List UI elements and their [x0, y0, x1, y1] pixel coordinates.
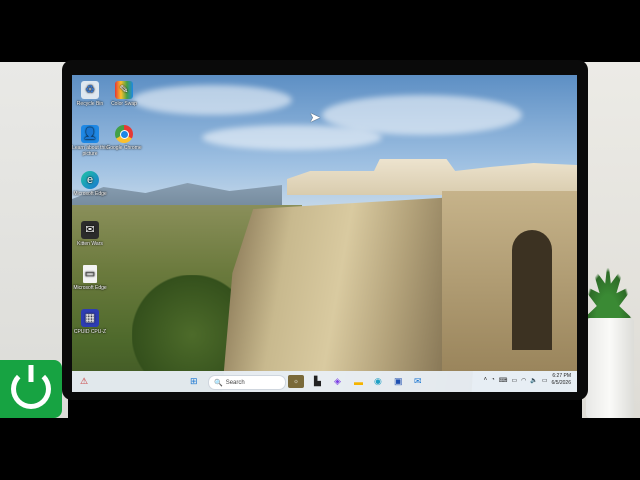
chevron-up-icon[interactable]: ˄ — [484, 377, 488, 383]
keyboard-icon[interactable]: ⌨ — [499, 377, 508, 384]
desktop-icon-label: Microsoft Edge — [73, 285, 107, 291]
search-input[interactable]: 🔍 Search — [208, 375, 286, 390]
desktop-icon-cpu-z[interactable]: ▦ CPUID CPU-Z — [72, 309, 108, 335]
chrome-icon — [115, 125, 133, 143]
cpu-z-icon: ▦ — [81, 309, 99, 327]
desktop-icon-label: Google Chrome — [106, 145, 142, 151]
file-shortcut-icon: ▭ — [83, 265, 97, 283]
store-icon[interactable]: ▣ — [394, 375, 403, 388]
desktop-icon-label: Recycle Bin — [76, 101, 104, 107]
learn-about-picture-icon: 👤 — [81, 125, 99, 143]
edge-icon: e — [81, 171, 99, 189]
search-icon: 🔍 — [214, 379, 223, 387]
desktop-screen: ♻ Recycle Bin ✎ Color Swap 👤 Learn about… — [72, 75, 577, 392]
copilot-icon[interactable]: ◈ — [334, 375, 341, 388]
desktop-icon-label: Microsoft Edge — [73, 191, 107, 197]
mail-icon[interactable]: ✉ — [414, 375, 422, 388]
system-tray: ˄ ◔ ⌨ ▭ ◠ 🔈 ▭ 6:27 PM 6/5/2026 — [484, 373, 571, 387]
mouse-cursor-icon: ➤ — [309, 109, 321, 125]
desktop-icon-learn-about-picture[interactable]: 👤 Learn about this picture — [72, 125, 108, 157]
edge-taskbar-icon[interactable]: ◉ — [374, 375, 382, 388]
search-placeholder: Search — [225, 379, 245, 386]
wifi-icon[interactable]: ◠ — [521, 377, 526, 384]
color-swap-icon: ✎ — [115, 81, 133, 99]
power-icon — [11, 365, 51, 409]
desktop-icon-google-chrome[interactable]: Google Chrome — [106, 125, 142, 151]
desktop-icon-recycle-bin[interactable]: ♻ Recycle Bin — [72, 81, 108, 107]
display-icon[interactable]: ▭ — [511, 377, 517, 384]
file-explorer-icon[interactable]: ▬ — [354, 375, 363, 388]
taskbar: ⚠ ⊞ 🔍 Search ☼ ▙ ◈ ▬ ◉ ▣ ✉ ˄ ◔ ⌨ ▭ ◠ 🔈 ▭… — [72, 371, 577, 392]
plant-pot — [586, 318, 634, 418]
desktop-icon-label: Learn about this picture — [72, 145, 108, 157]
battery-icon[interactable]: ▭ — [542, 377, 548, 384]
desktop-icon-kitten-wars[interactable]: ✉ Kitten Wars — [72, 221, 108, 247]
desktop-icon-label: CPUID CPU-Z — [73, 329, 107, 335]
desktop-icon-file-shortcut[interactable]: ▭ Microsoft Edge — [72, 265, 108, 291]
desktop-icon-color-swap[interactable]: ✎ Color Swap — [106, 81, 142, 107]
desktop-icon-label: Kitten Wars — [77, 241, 103, 247]
clock-time: 6:27 PM — [552, 373, 571, 379]
notification-warning-icon[interactable]: ⚠ — [80, 375, 88, 388]
widgets-icon[interactable]: ☼ — [288, 375, 304, 388]
recycle-bin-icon: ♻ — [81, 81, 99, 99]
clock-date: 6/5/2026 — [551, 380, 571, 386]
start-icon[interactable]: ⊞ — [190, 375, 198, 388]
network-icon[interactable]: ◔ — [491, 377, 495, 383]
kitten-wars-icon: ✉ — [81, 221, 99, 239]
desktop-icon-label: Color Swap — [111, 101, 137, 107]
volume-icon[interactable]: 🔈 — [530, 377, 537, 384]
wallpaper-bridge — [442, 191, 577, 371]
task-view-icon[interactable]: ▙ — [314, 375, 321, 388]
power-logo — [0, 360, 62, 418]
desktop-icon-microsoft-edge[interactable]: e Microsoft Edge — [72, 171, 108, 197]
clock[interactable]: 6:27 PM 6/5/2026 — [552, 373, 571, 387]
